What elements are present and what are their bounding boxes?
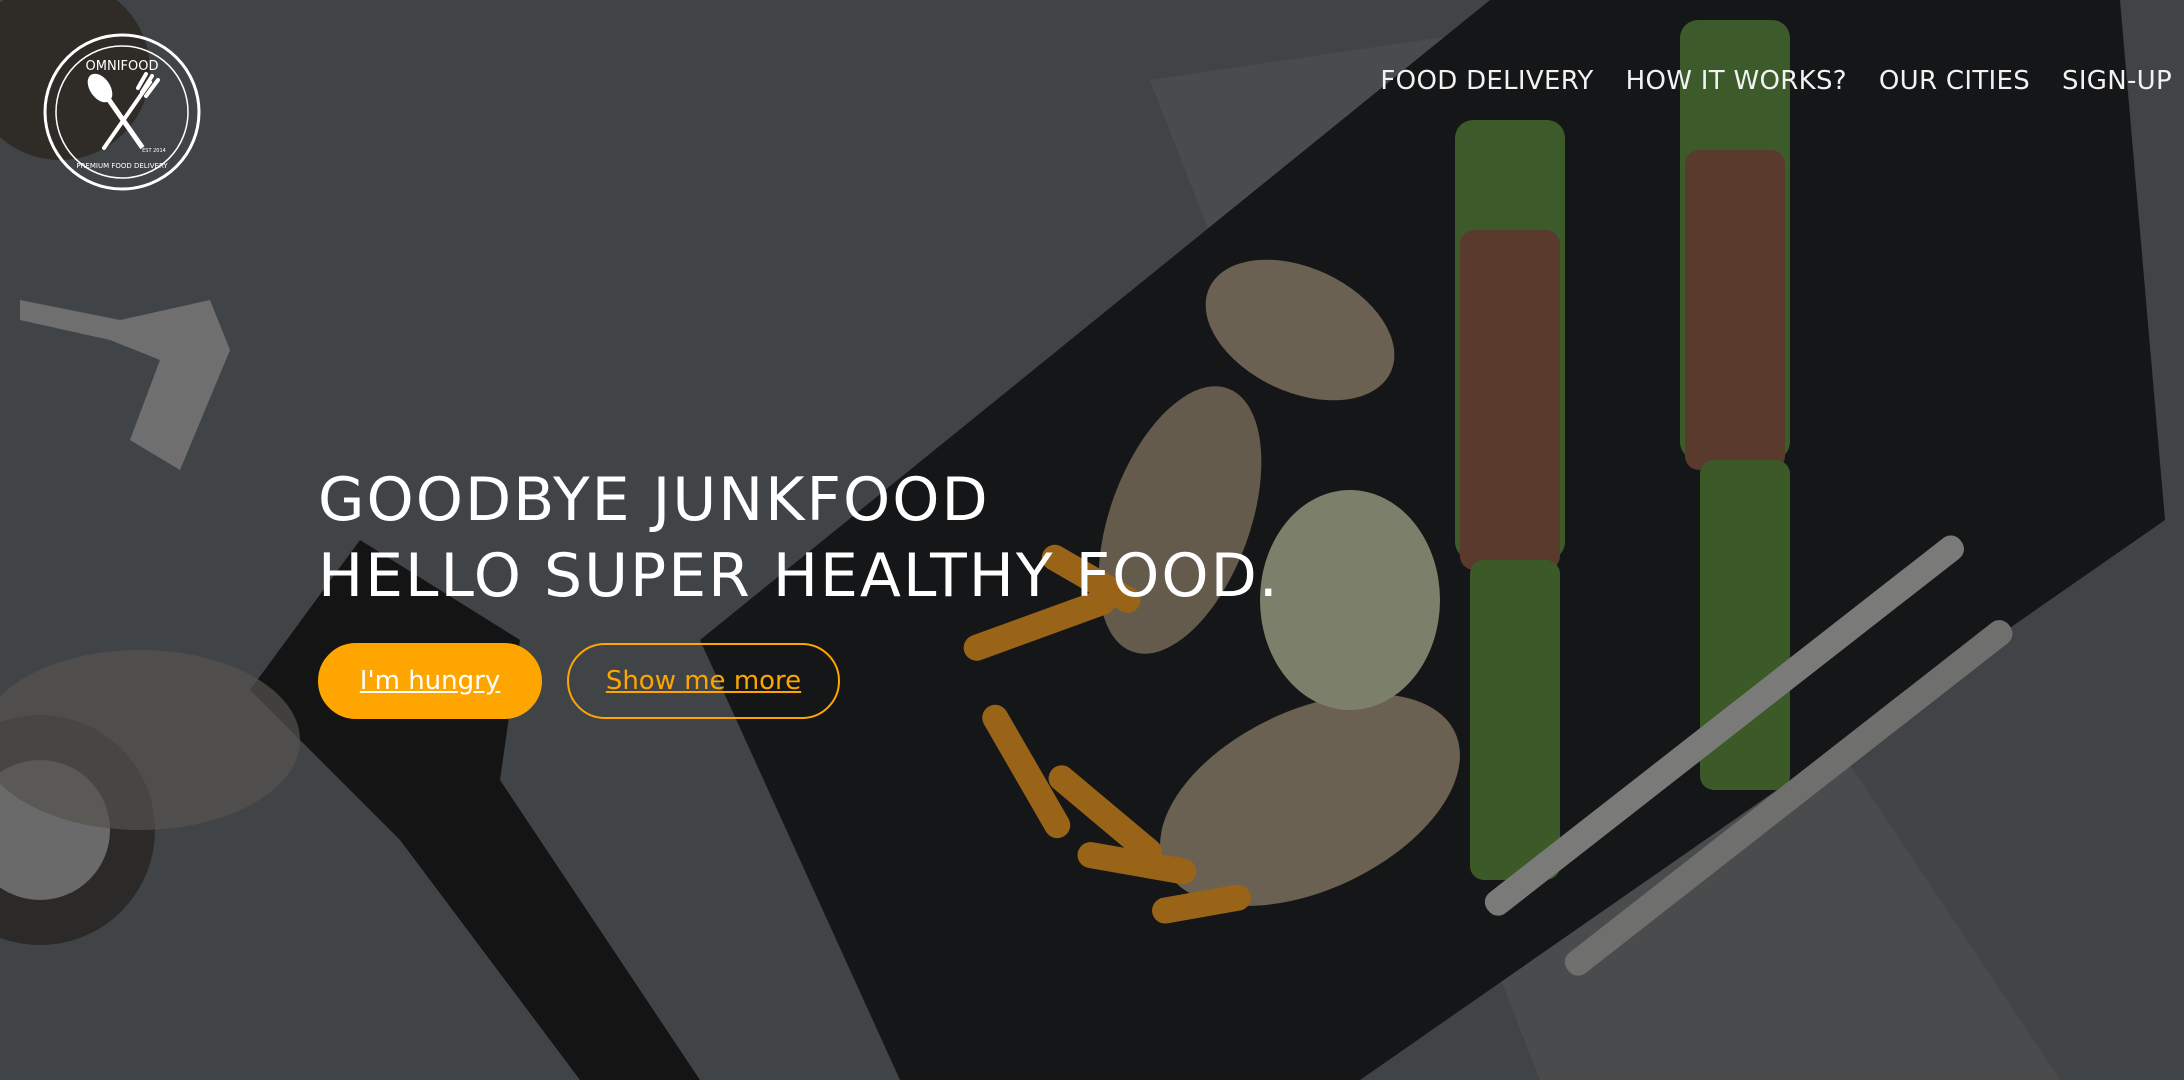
hero-headline: GOODBYE JUNKFOOD HELLO SUPER HEALTHY FOO… <box>318 462 1280 614</box>
nav-sign-up[interactable]: SIGN-UP <box>2062 66 2172 96</box>
logo-tagline: PREMIUM FOOD DELIVERY <box>76 162 168 170</box>
hero-section: OMNIFOOD PREMIUM FOOD DELIVERY EST 2014 … <box>0 0 2184 1080</box>
main-navigation: FOOD DELIVERY HOW IT WORKS? OUR CITIES S… <box>1348 66 2172 96</box>
omnifood-logo[interactable]: OMNIFOOD PREMIUM FOOD DELIVERY EST 2014 <box>42 30 202 194</box>
logo-text: OMNIFOOD <box>86 59 159 74</box>
hero-headline-line-1: GOODBYE JUNKFOOD <box>318 465 990 535</box>
logo-est: EST 2014 <box>142 148 166 154</box>
im-hungry-button[interactable]: I'm hungry <box>318 643 542 719</box>
show-me-more-button[interactable]: Show me more <box>567 643 840 719</box>
fork-icon <box>102 72 160 150</box>
nav-food-delivery[interactable]: FOOD DELIVERY <box>1380 66 1593 96</box>
nav-our-cities[interactable]: OUR CITIES <box>1879 66 2030 96</box>
nav-how-it-works[interactable]: HOW IT WORKS? <box>1626 66 1847 96</box>
hero-headline-line-2: HELLO SUPER HEALTHY FOOD. <box>318 541 1280 611</box>
